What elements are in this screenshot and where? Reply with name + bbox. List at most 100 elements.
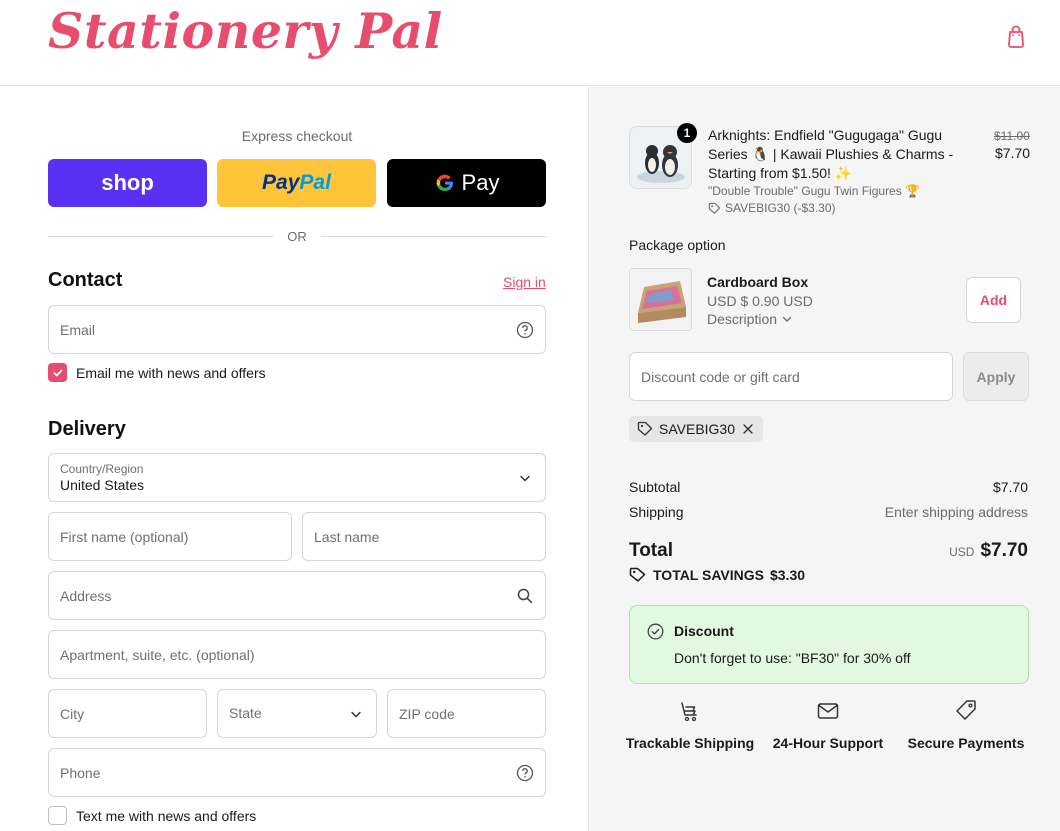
discount-code-field[interactable]: Discount code or gift card	[629, 352, 953, 401]
google-pay-button[interactable]: Pay	[387, 159, 546, 207]
or-text: OR	[287, 229, 307, 244]
total-amount: USD $7.70	[949, 540, 1028, 562]
check-icon	[53, 369, 62, 376]
first-name-placeholder: First name (optional)	[60, 529, 189, 545]
tag-icon	[629, 567, 646, 582]
feature-24-hour-support: 24-Hour Support	[758, 699, 898, 751]
chevron-down-icon	[520, 475, 530, 482]
help-icon[interactable]	[516, 321, 534, 339]
checkout-form-column: Express checkout shop Pay Pal Pay OR Cont…	[0, 87, 588, 831]
total-currency: USD	[949, 545, 975, 559]
discount-notice: Discount Don't forget to use: "BF30" for…	[629, 605, 1029, 684]
state-placeholder: State	[229, 705, 262, 721]
shop-pay-label: shop	[101, 170, 154, 195]
chevron-down-icon	[782, 316, 792, 322]
express-checkout-label: Express checkout	[241, 128, 353, 144]
cart-button[interactable]	[1000, 20, 1032, 52]
mail-icon	[817, 703, 839, 719]
store-logo[interactable]: Stationery Pal	[48, 2, 443, 60]
product-discount: SAVEBIG30 (-$3.30)	[708, 201, 836, 215]
feature-trackable-shipping: Trackable Shipping	[620, 699, 760, 751]
email-field[interactable]: Email	[48, 305, 546, 354]
subtotal-value: $7.70	[992, 479, 1028, 495]
package-option-label: Package option	[629, 237, 726, 253]
product-title: Arknights: Endfield "Gugugaga" Gugu Seri…	[708, 127, 954, 181]
feature-label: Secure Payments	[907, 735, 1025, 751]
email-news-label: Email me with news and offers	[76, 364, 266, 381]
feature-label: 24-Hour Support	[772, 735, 884, 751]
state-select[interactable]: State	[217, 689, 377, 738]
google-pay-label: Pay	[461, 170, 500, 195]
apartment-field[interactable]: Apartment, suite, etc. (optional)	[48, 630, 546, 679]
country-select[interactable]: Country/Region United States	[48, 453, 546, 502]
first-name-field[interactable]: First name (optional)	[48, 512, 292, 561]
city-field[interactable]: City	[48, 689, 207, 738]
apply-discount-button[interactable]: Apply	[963, 352, 1029, 401]
total-label: Total	[629, 540, 673, 561]
subtotal-label: Subtotal	[629, 479, 681, 495]
close-icon[interactable]	[741, 422, 755, 436]
city-placeholder: City	[60, 706, 85, 722]
site-header: Stationery Pal	[0, 0, 1060, 86]
shipping-value: Enter shipping address	[884, 504, 1028, 520]
phone-placeholder: Phone	[60, 765, 101, 781]
product-variant: "Double Trouble" Gugu Twin Figures 🏆	[708, 184, 921, 198]
google-g-icon	[436, 174, 453, 192]
email-news-checkbox[interactable]	[48, 363, 67, 382]
order-summary-column: 1 Arknights: Endfield "Gugugaga" Gugu Se…	[588, 87, 1060, 831]
package-description-label: Description	[707, 311, 778, 327]
delivery-heading: Delivery	[48, 418, 126, 440]
tag-icon	[708, 202, 721, 214]
shop-pay-button[interactable]: shop	[48, 159, 207, 207]
total-savings-value: $3.30	[769, 567, 806, 583]
shopping-bag-icon	[1008, 25, 1024, 48]
total-savings: TOTAL SAVINGS $3.30	[629, 567, 805, 583]
paypal-button[interactable]: Pay Pal	[217, 159, 376, 207]
package-name: Cardboard Box	[707, 274, 809, 290]
email-news-checkbox-row[interactable]: Email me with news and offers	[48, 363, 266, 382]
text-news-checkbox-row[interactable]: Text me with news and offers	[48, 806, 256, 825]
sign-in-link[interactable]: Sign in	[503, 274, 546, 290]
feature-secure-payments: Secure Payments	[896, 699, 1036, 751]
last-name-field[interactable]: Last name	[302, 512, 546, 561]
help-icon[interactable]	[516, 764, 534, 782]
item-price: $7.70	[995, 145, 1031, 161]
add-package-button[interactable]: Add	[966, 277, 1021, 323]
text-news-label: Text me with news and offers	[76, 807, 257, 824]
cardboard-box-image	[630, 269, 691, 330]
tag-icon	[956, 700, 976, 720]
country-label: Country/Region	[60, 462, 144, 476]
shipping-label: Shipping	[629, 504, 684, 520]
country-value: United States	[60, 477, 145, 493]
discount-notice-text: Don't forget to use: "BF30" for 30% off	[674, 650, 911, 666]
apartment-placeholder: Apartment, suite, etc. (optional)	[60, 647, 255, 663]
package-description-toggle[interactable]: Description	[707, 311, 793, 327]
applied-code-chip: SAVEBIG30	[629, 416, 764, 442]
discount-code-placeholder: Discount code or gift card	[641, 369, 800, 385]
applied-code-text: SAVEBIG30	[659, 421, 736, 437]
address-field[interactable]: Address	[48, 571, 546, 620]
contact-heading: Contact	[48, 269, 123, 291]
original-price: $11.00	[994, 129, 1030, 143]
total-value: $7.70	[980, 540, 1028, 561]
cart-truck-icon	[681, 702, 697, 722]
check-circle-icon	[647, 623, 664, 640]
phone-field[interactable]: Phone	[48, 748, 546, 797]
or-divider: OR	[48, 227, 546, 245]
paypal-label-pay: Pay	[262, 171, 300, 194]
package-price: USD $ 0.90 USD	[707, 293, 813, 309]
tag-icon	[637, 421, 653, 436]
zip-placeholder: ZIP code	[399, 706, 455, 722]
quantity-badge: 1	[677, 123, 697, 143]
email-placeholder: Email	[60, 322, 96, 338]
total-savings-label: TOTAL SAVINGS	[653, 567, 764, 583]
discount-notice-title: Discount	[674, 623, 734, 639]
text-news-checkbox[interactable]	[48, 806, 67, 825]
feature-label: Trackable Shipping	[625, 735, 755, 751]
last-name-placeholder: Last name	[314, 529, 380, 545]
address-placeholder: Address	[60, 588, 112, 604]
chevron-down-icon	[351, 711, 361, 718]
zip-field[interactable]: ZIP code	[387, 689, 546, 738]
product-discount-text: SAVEBIG30 (-$3.30)	[725, 201, 836, 215]
search-icon	[517, 588, 533, 604]
